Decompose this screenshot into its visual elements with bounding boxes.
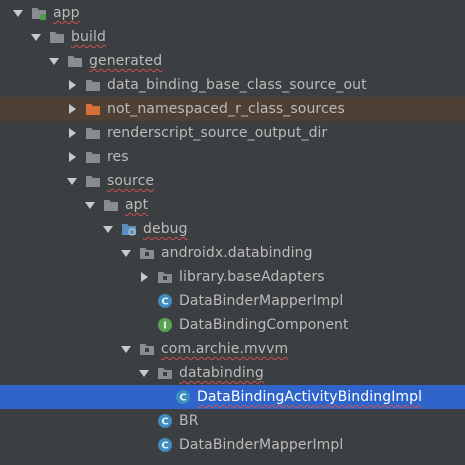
- tree-node[interactable]: source: [0, 169, 465, 193]
- folder-orange-icon: [85, 101, 101, 117]
- folder-icon: [85, 173, 101, 189]
- tree-node-label: DataBinderMapperImpl: [179, 293, 344, 309]
- collapsed-arrow-icon[interactable]: [66, 145, 78, 169]
- collapsed-arrow-icon[interactable]: [66, 73, 78, 97]
- folder-icon: [49, 29, 65, 45]
- expanded-arrow-icon[interactable]: [120, 337, 132, 361]
- class-icon: C: [157, 293, 173, 309]
- tree-node[interactable]: data_binding_base_class_source_out: [0, 73, 465, 97]
- svg-text:C: C: [161, 441, 168, 452]
- tree-node-label: com.archie.mvvm: [161, 341, 289, 357]
- tree-node[interactable]: I DataBindingComponent: [0, 313, 465, 337]
- tree-node[interactable]: build: [0, 25, 465, 49]
- class-icon: C: [157, 437, 173, 453]
- folder-icon: [103, 197, 119, 213]
- folder-icon: [85, 77, 101, 93]
- tree-node-label: res: [107, 149, 129, 165]
- tree-node-label: library.baseAdapters: [179, 269, 325, 285]
- tree-node-label: source: [107, 173, 155, 189]
- expanded-arrow-icon[interactable]: [48, 49, 60, 73]
- tree-node[interactable]: C DataBindingActivityBindingImpl: [0, 385, 465, 409]
- tree-node-label: renderscript_source_output_dir: [107, 125, 328, 141]
- expanded-arrow-icon[interactable]: [84, 193, 96, 217]
- tree-node-label: databinding: [179, 365, 264, 381]
- tree-node-label: app: [53, 5, 80, 21]
- collapsed-arrow-icon[interactable]: [66, 121, 78, 145]
- no-arrow: [156, 385, 168, 409]
- tree-node-label: not_namespaced_r_class_sources: [107, 101, 345, 117]
- tree-node[interactable]: app: [0, 1, 465, 25]
- expanded-arrow-icon[interactable]: [12, 1, 24, 25]
- tree-node[interactable]: res: [0, 145, 465, 169]
- collapsed-arrow-icon[interactable]: [138, 265, 150, 289]
- tree-node[interactable]: generated: [0, 49, 465, 73]
- tree-node[interactable]: C DataBinderMapperImpl: [0, 433, 465, 457]
- folder-icon: [85, 149, 101, 165]
- package-icon: [139, 341, 155, 357]
- package-icon: [157, 365, 173, 381]
- source-root-folder-icon: [121, 221, 137, 237]
- no-arrow: [138, 289, 150, 313]
- tree-node[interactable]: apt: [0, 193, 465, 217]
- svg-text:I: I: [163, 321, 167, 332]
- tree-node-label: androidx.databinding: [161, 245, 313, 261]
- project-tree: app build generated data_binding_base_class…: [0, 0, 465, 465]
- expanded-arrow-icon[interactable]: [120, 241, 132, 265]
- class-icon: C: [175, 389, 191, 405]
- svg-text:C: C: [161, 417, 168, 428]
- tree-node[interactable]: debug: [0, 217, 465, 241]
- expanded-arrow-icon[interactable]: [66, 169, 78, 193]
- expanded-arrow-icon[interactable]: [138, 361, 150, 385]
- package-icon: [139, 245, 155, 261]
- tree-node-label: BR: [179, 413, 199, 429]
- tree-node-label: build: [71, 29, 106, 45]
- tree-node-label: DataBindingActivityBindingImpl: [197, 389, 423, 405]
- tree-node-label: debug: [143, 221, 188, 237]
- class-icon: C: [157, 413, 173, 429]
- tree-node[interactable]: renderscript_source_output_dir: [0, 121, 465, 145]
- folder-icon: [85, 125, 101, 141]
- expanded-arrow-icon[interactable]: [102, 217, 114, 241]
- tree-node[interactable]: not_namespaced_r_class_sources: [0, 97, 465, 121]
- package-icon: [157, 269, 173, 285]
- tree-node-label: data_binding_base_class_source_out: [107, 77, 367, 93]
- interface-icon: I: [157, 317, 173, 333]
- tree-node-label: generated: [89, 53, 163, 69]
- tree-node[interactable]: library.baseAdapters: [0, 265, 465, 289]
- tree-node[interactable]: C DataBinderMapperImpl: [0, 289, 465, 313]
- svg-text:C: C: [161, 297, 168, 308]
- tree-node-label: apt: [125, 197, 149, 213]
- collapsed-arrow-icon[interactable]: [66, 97, 78, 121]
- tree-node[interactable]: databinding: [0, 361, 465, 385]
- expanded-arrow-icon[interactable]: [30, 25, 42, 49]
- folder-icon: [67, 53, 83, 69]
- tree-node-label: DataBindingComponent: [179, 317, 349, 333]
- no-arrow: [138, 313, 150, 337]
- no-arrow: [138, 433, 150, 457]
- tree-node-label: DataBinderMapperImpl: [179, 437, 344, 453]
- module-folder-icon: [31, 5, 47, 21]
- tree-node[interactable]: com.archie.mvvm: [0, 337, 465, 361]
- no-arrow: [138, 409, 150, 433]
- tree-node[interactable]: androidx.databinding: [0, 241, 465, 265]
- svg-text:C: C: [179, 393, 186, 404]
- tree-node[interactable]: C BR: [0, 409, 465, 433]
